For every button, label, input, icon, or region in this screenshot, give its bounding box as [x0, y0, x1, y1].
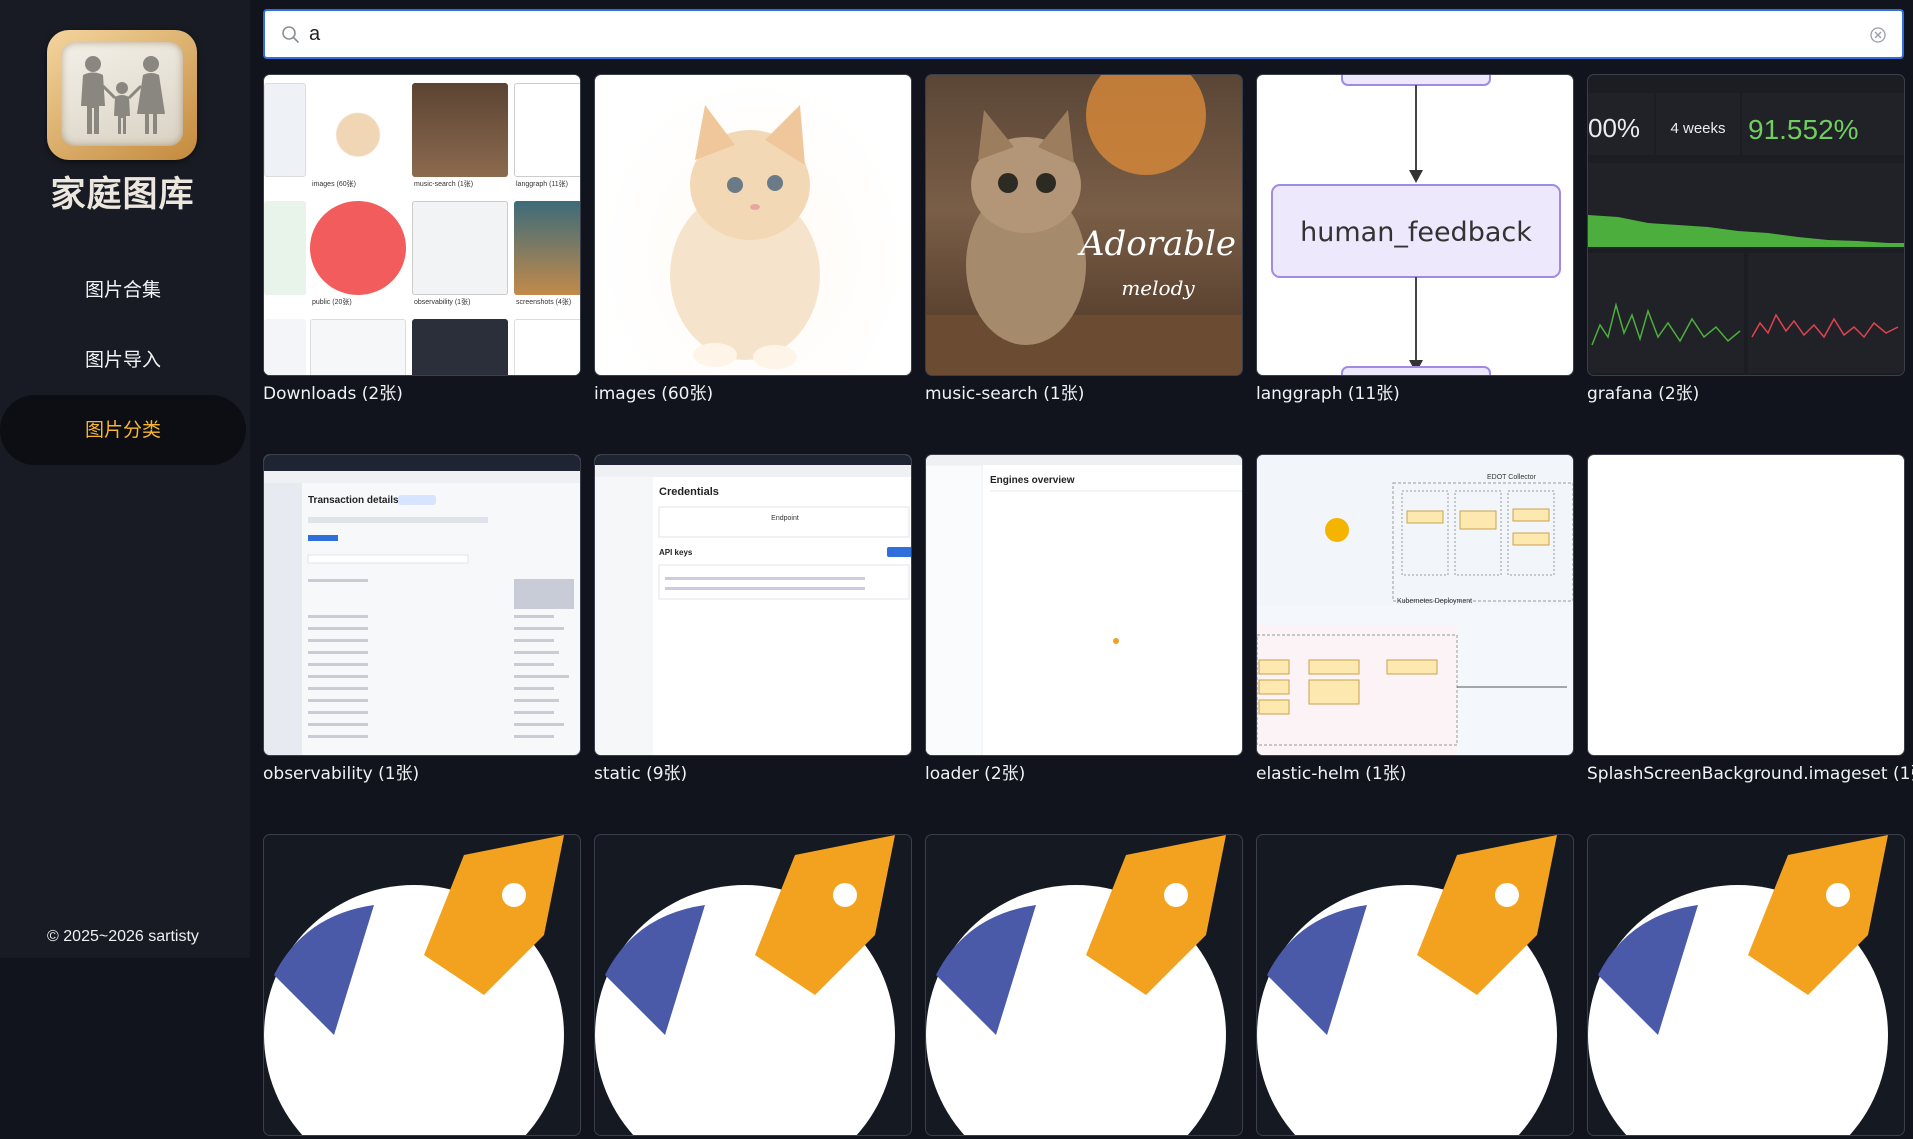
album-caption: grafana (2张) [1587, 384, 1700, 404]
sidebar-nav: 图片合集 图片导入 图片分类 [0, 255, 250, 465]
album-card-images[interactable]: images (60张) [594, 74, 912, 404]
tile-caption: images (60张) [312, 181, 356, 188]
album-card-rocket-2[interactable] [594, 834, 912, 1139]
thumb-text: Transaction details [308, 495, 399, 506]
album-caption: SplashScreenBackground.imageset (1张) [1587, 764, 1913, 784]
album-thumbnail: human_feedback [1256, 74, 1574, 376]
family-logo-icon [61, 42, 183, 146]
tile-caption: observability (1张) [414, 299, 471, 306]
album-caption: images (60张) [594, 384, 714, 404]
thumb-text: Kubernetes Deployment [1397, 598, 1472, 605]
tile-caption: music-search (1张) [414, 181, 474, 188]
album-thumbnail: Adorable melody [925, 74, 1243, 376]
album-card-static[interactable]: Credentials Endpoint API keys static (9张… [594, 454, 912, 784]
album-thumbnail [1256, 834, 1574, 1136]
album-thumbnail [1587, 454, 1905, 756]
album-thumbnail: Credentials Endpoint API keys [594, 454, 912, 756]
logo-frame [47, 30, 197, 160]
thumb-text: Endpoint [771, 515, 799, 522]
search-bar [263, 9, 1904, 59]
album-caption: elastic-helm (1张) [1256, 764, 1407, 784]
sidebar: 家庭图库 图片合集 图片导入 图片分类 © 2025~2026 sartisty [0, 0, 250, 958]
nav-item-import[interactable]: 图片导入 [0, 325, 246, 395]
thumb-text: melody [1121, 276, 1195, 300]
thumb-text: 91.552% [1748, 114, 1859, 145]
album-thumbnail: Engines overview [925, 454, 1243, 756]
tile-caption: screenshots (4张) [516, 299, 572, 306]
thumb-text: EDOT Collector [1487, 474, 1537, 481]
album-caption: Downloads (2张) [263, 384, 403, 404]
album-caption: langgraph (11张) [1256, 384, 1400, 404]
album-card-downloads[interactable]: images (60张) music-search (1张) langgraph… [263, 74, 581, 404]
album-card-music-search[interactable]: Adorable melody music-search (1张) [925, 74, 1243, 404]
album-card-langgraph[interactable]: human_feedback langgraph (11张) [1256, 74, 1574, 404]
nav-item-collections[interactable]: 图片合集 [0, 255, 246, 325]
search-input[interactable] [309, 19, 1849, 49]
thumb-text: Engines overview [990, 475, 1075, 486]
album-thumbnail: Transaction details [263, 454, 581, 756]
album-card-rocket-5[interactable] [1587, 834, 1905, 1139]
album-card-rocket-3[interactable] [925, 834, 1243, 1139]
thumb-text: API keys [659, 548, 693, 557]
album-caption: observability (1张) [263, 764, 420, 784]
album-caption: loader (2张) [925, 764, 1026, 784]
nav-item-categories[interactable]: 图片分类 [0, 395, 246, 465]
album-thumbnail [263, 834, 581, 1136]
clear-icon[interactable] [1868, 25, 1888, 45]
album-card-rocket-4[interactable] [1256, 834, 1574, 1139]
album-card-splash-screen[interactable]: SplashScreenBackground.imageset (1张) [1587, 454, 1913, 784]
tile-caption: public (20张) [312, 299, 352, 306]
thumb-text: human_feedback [1300, 217, 1532, 248]
album-card-loader[interactable]: Engines overview loader (2张) [925, 454, 1243, 784]
album-thumbnail [1587, 834, 1905, 1136]
album-thumbnail: images (60张) music-search (1张) langgraph… [263, 74, 581, 376]
thumb-text: 00% [1588, 113, 1640, 143]
app-logo[interactable]: 家庭图库 [45, 28, 200, 215]
thumb-text: 4 weeks [1670, 120, 1725, 137]
copyright: © 2025~2026 sartisty [47, 928, 199, 945]
thumb-text: Credentials [659, 486, 719, 498]
thumb-text: Adorable [1077, 224, 1236, 264]
tile-caption: langgraph (11张) [516, 181, 569, 188]
album-caption: static (9张) [594, 764, 688, 784]
album-thumbnail [925, 834, 1243, 1136]
album-card-observability[interactable]: Transaction details observability (1张) [263, 454, 581, 784]
album-card-rocket-1[interactable] [263, 834, 581, 1139]
logo-text: 家庭图库 [50, 175, 195, 215]
main-content: images (60张) music-search (1张) langgraph… [250, 0, 1913, 1136]
album-thumbnail [594, 74, 912, 376]
album-caption: music-search (1张) [925, 384, 1085, 404]
album-card-grafana[interactable]: 00% 4 weeks 91.552% grafana (2张) [1587, 74, 1905, 404]
album-card-elastic-helm[interactable]: EDOT Collector Kubernetes Deployment ela… [1256, 454, 1574, 784]
album-thumbnail: 00% 4 weeks 91.552% [1587, 74, 1905, 376]
album-thumbnail: EDOT Collector Kubernetes Deployment [1256, 454, 1574, 756]
search-icon [282, 26, 299, 43]
album-thumbnail [594, 834, 912, 1136]
